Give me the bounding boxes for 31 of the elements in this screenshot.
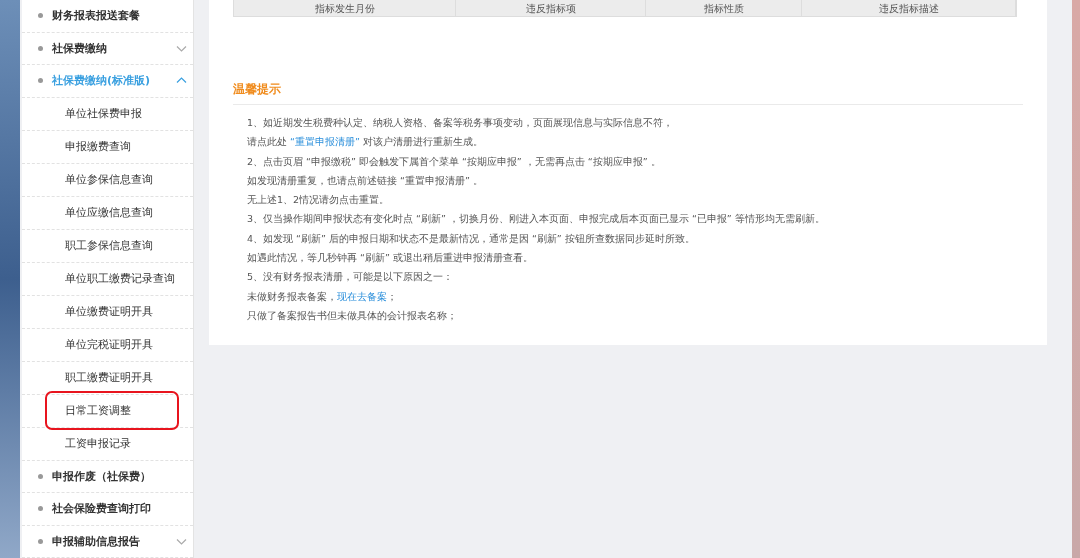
sidebar-item[interactable]: 社会保险费查询打印 (22, 493, 193, 526)
tip-line: 4、如发现 “刷新” 后的申报日期和状态不是最新情况，通常是因 “刷新” 按钮所查数据同步延时所致。 (246, 231, 696, 246)
tip-line: 2、点击页眉 “申报缴税” 即会触发下属首个菜单 “按期应申报” ，无需再点击 “按期应申报” 。 (246, 154, 662, 169)
tip-line: 5、没有财务报表清册，可能是以下原因之一： (246, 270, 455, 285)
scrollbar[interactable] (1072, 0, 1080, 558)
tip-line: 3、仅当操作期间申报状态有变化时点 “刷新” ，切换月份、刚进入本页面、申报完成后本页面已显示 “已申报” 等情形均无需刷新。 (246, 212, 826, 227)
tip-line: 未做财务报表备案，现在去备案； (246, 289, 398, 304)
bullet-icon (38, 506, 43, 512)
tip-line: 只做了备案报告书但未做具体的会计报表名称； (246, 308, 458, 323)
column-header: 指标发生月份 (234, 0, 456, 16)
sidebar-item[interactable]: 社保费缴纳 (22, 32, 193, 65)
tip-line: 如发现清册重复，也请点前述链接 “重置申报清册” 。 (246, 173, 484, 188)
tip-line: 1、如近期发生税费种认定、纳税人资格、备案等税务事项变动，页面展现信息与实际信息不符， (246, 116, 675, 130)
column-header: 违反指标描述 (802, 0, 1016, 16)
tip-link[interactable]: “重置申报清册” (290, 136, 360, 148)
sidebar-subitem[interactable]: 日常工资调整 (45, 391, 179, 430)
tip-line: 无上述1、2情况请勿点击重置。 (246, 193, 391, 208)
tip-line: 如遇此情况，等几秒钟再 “刷新” 或退出稍后重进申报清册查看。 (246, 251, 534, 266)
sidebar-item[interactable]: 申报作废（社保费） (22, 460, 193, 493)
bullet-icon (38, 473, 43, 479)
bullet-icon (38, 45, 43, 51)
tips-title: 温馨提示 (233, 81, 1023, 105)
bullet-icon (38, 538, 43, 544)
tip-link[interactable]: 现在去备案 (337, 290, 387, 302)
bullet-icon (38, 13, 43, 19)
tip-line: 请点此处 “重置申报清册” 对该户清册进行重新生成。 (246, 135, 484, 150)
sidebar-item[interactable]: 财务报表报送套餐 (22, 0, 193, 33)
column-header: 指标性质 (646, 0, 802, 16)
bullet-icon (38, 78, 43, 84)
column-header: 违反指标项 (456, 0, 646, 16)
sidebar-item[interactable]: 申报辅助信息报告 (22, 525, 193, 558)
